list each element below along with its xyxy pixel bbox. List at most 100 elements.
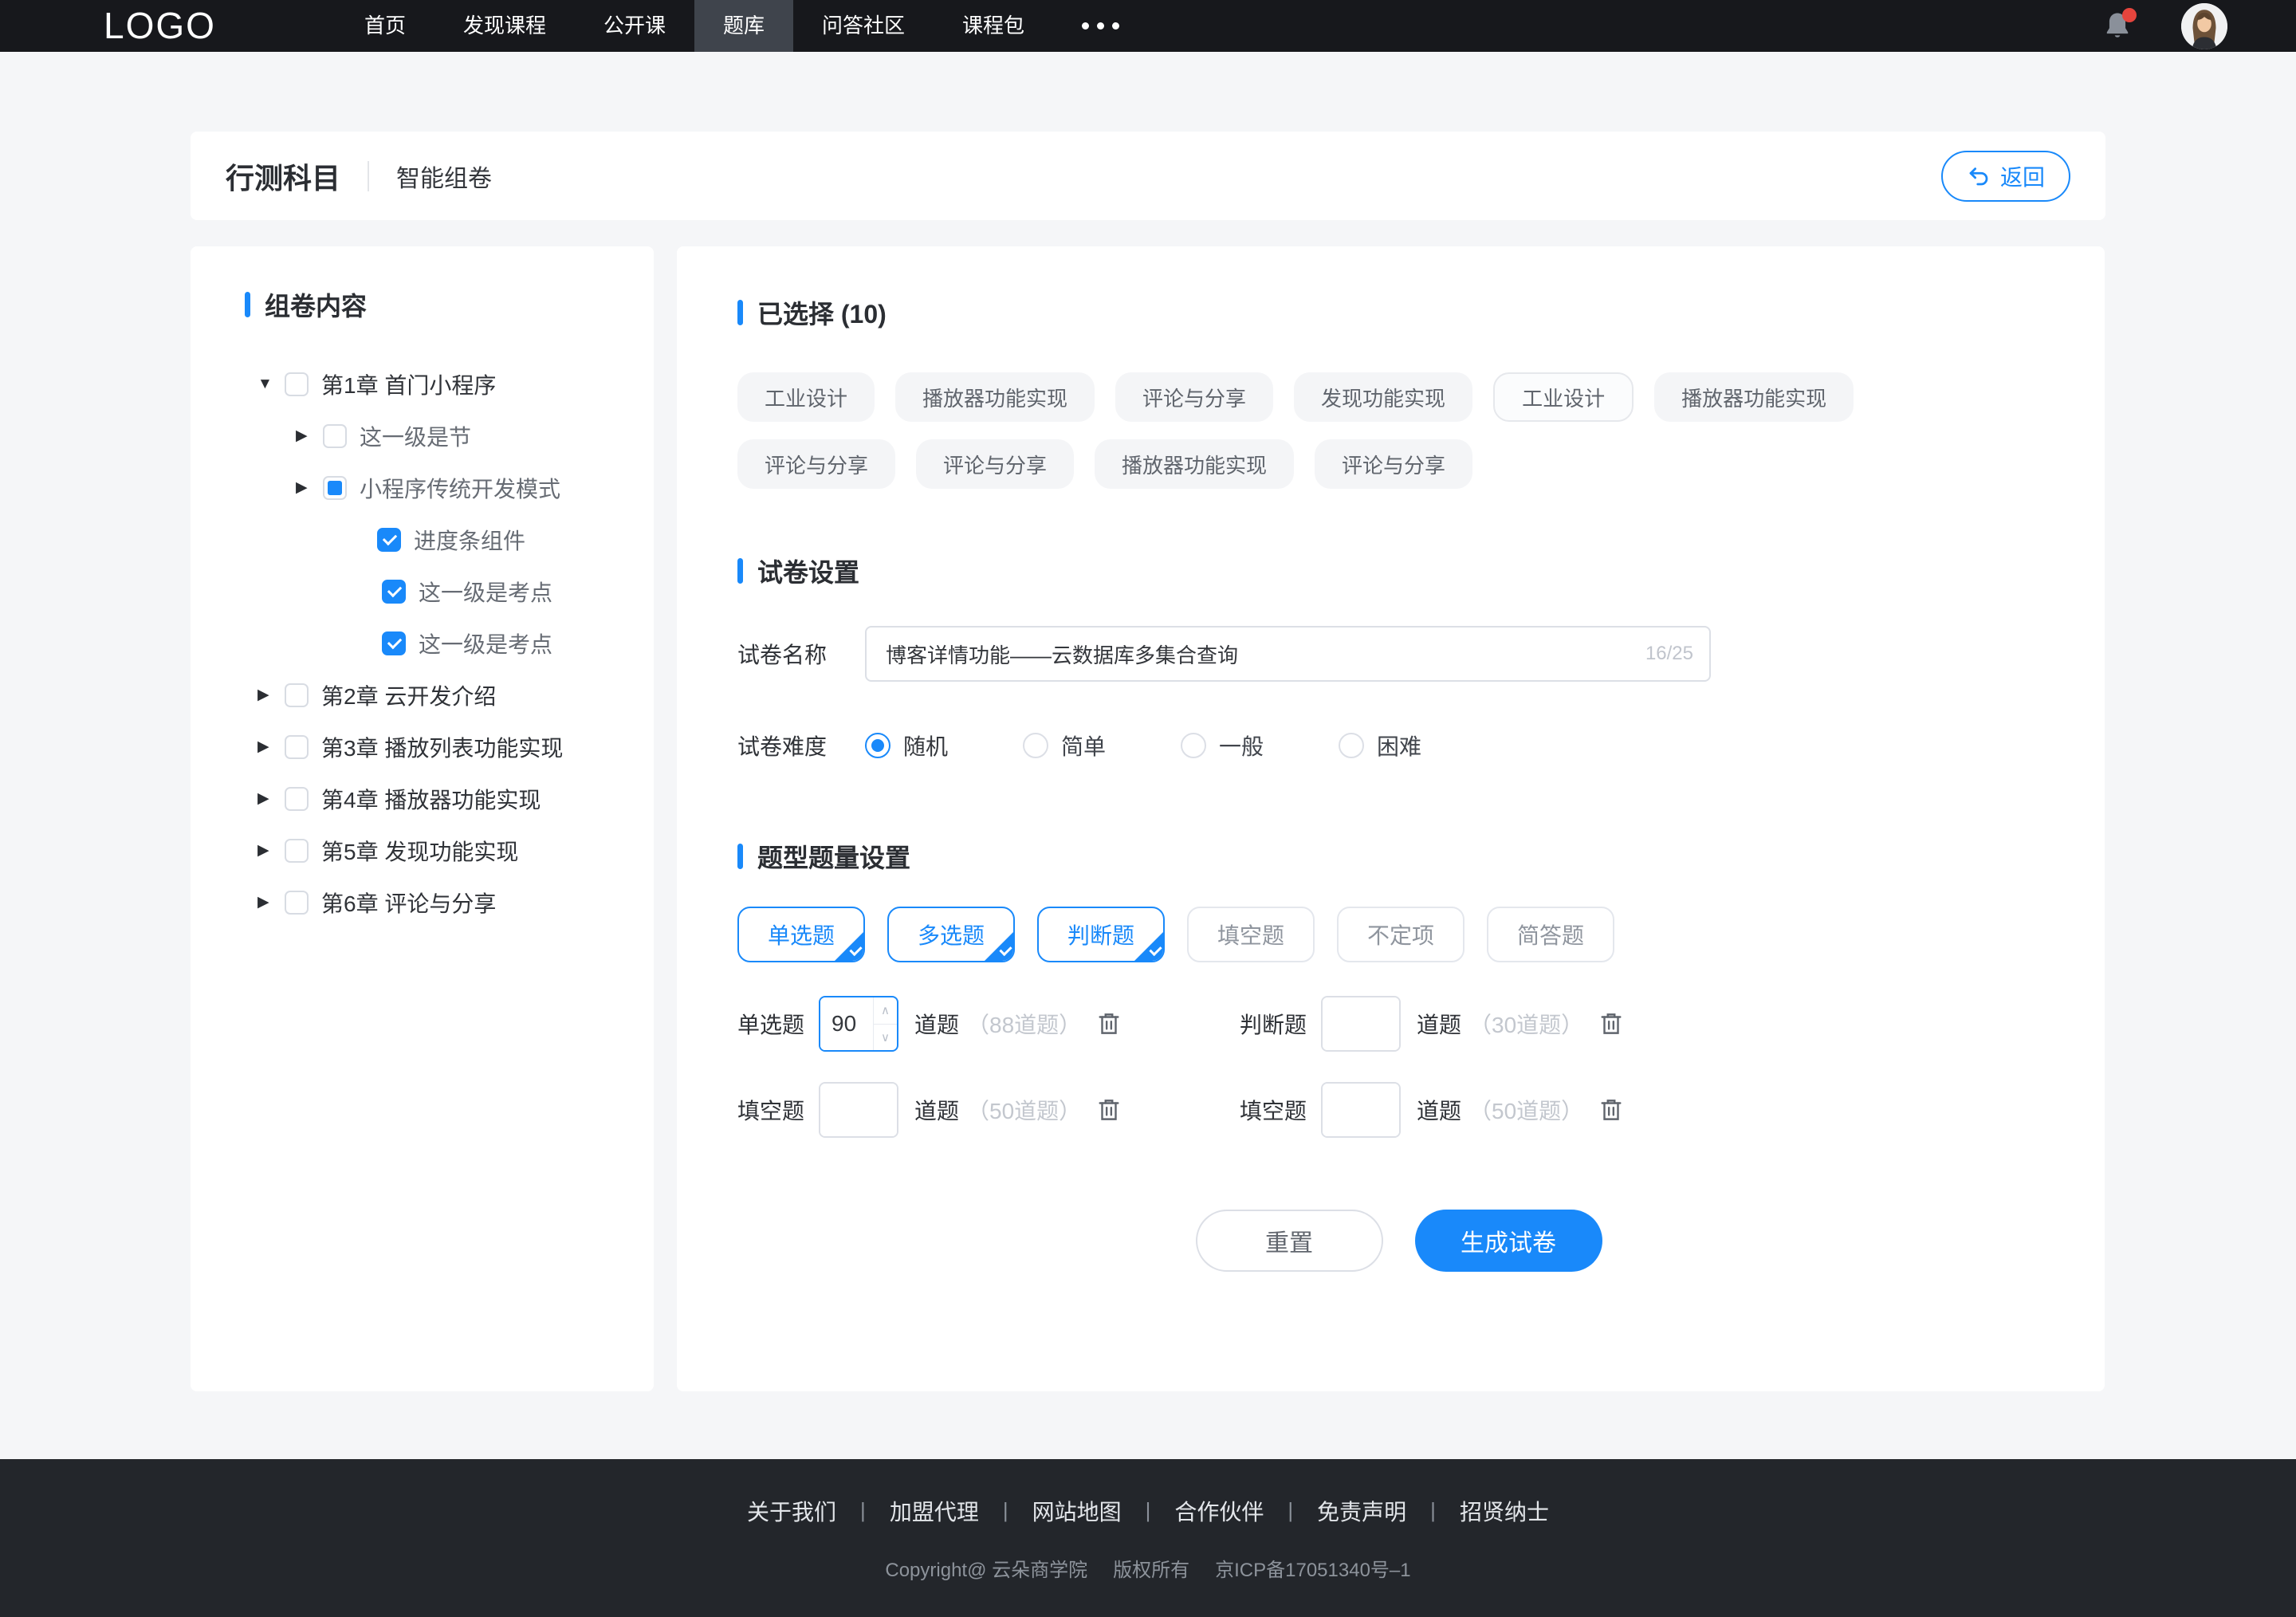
nav-item-course-package[interactable]: 课程包 [934,0,1053,52]
count-stepper[interactable]: ∧ ∨ [819,996,899,1052]
tree-row-component[interactable]: ▶ 进度条组件 [245,513,638,565]
selected-tag: 评论与分享 [916,439,1075,489]
page-header: 行测科目 智能组卷 返回 [191,132,2105,220]
count-input[interactable] [820,1084,898,1136]
nav-item-question-bank[interactable]: 题库 [694,0,793,52]
footer-divider: | [860,1498,866,1522]
stepper-down-icon[interactable]: ∨ [874,1025,897,1051]
radio-circle [865,733,890,758]
caret-right-icon[interactable]: ▶ [258,789,275,808]
tree-row-section[interactable]: ▶ 小程序传统开发模式 [245,462,638,513]
radio-random[interactable]: 随机 [865,730,948,761]
undo-arrow-icon [1969,167,1988,185]
paper-settings-panel: 已选择 (10) 工业设计 播放器功能实现 评论与分享 发现功能实现 工业设计 … [677,246,2105,1391]
type-indefinite[interactable]: 不定项 [1337,907,1464,962]
section-accent-bar [737,300,743,325]
nav-item-discover-courses[interactable]: 发现课程 [434,0,575,52]
count-hint: （50道题） [967,1099,1082,1123]
count-label: 单选题 [737,1013,805,1037]
logo[interactable]: LOGO [104,0,216,52]
back-button[interactable]: 返回 [1940,150,2070,202]
count-field[interactable] [1321,996,1402,1052]
nav-item-home[interactable]: 首页 [336,0,434,52]
checkbox-unchecked[interactable] [323,423,347,448]
count-field[interactable] [1321,1082,1402,1138]
type-fill-blank[interactable]: 填空题 [1187,907,1315,962]
caret-down-icon[interactable]: ▼ [258,376,275,393]
radio-hard[interactable]: 困难 [1339,730,1421,761]
tree-row-point[interactable]: 这一级是考点 [245,565,638,617]
tree-row-chapter4[interactable]: ▶ 第4章 播放器功能实现 [245,773,638,824]
checkbox-checked[interactable] [377,527,401,552]
question-type-buttons: 单选题 多选题 判断题 填空题 不定项 简答题 [737,907,2060,962]
trash-icon[interactable] [1095,1096,1122,1124]
copyright-line: Copyright@ 云朵商学院 版权所有 京ICP备17051340号–1 [885,1559,1411,1581]
caret-right-icon[interactable]: ▶ [296,427,313,445]
checkbox-unchecked[interactable] [285,890,309,915]
footer-link-partners[interactable]: 合作伙伴 [1174,1495,1264,1527]
paper-name-input[interactable] [865,626,1711,682]
nav-menu: 首页 发现课程 公开课 题库 问答社区 课程包 [336,0,1148,52]
tree-row-chapter6[interactable]: ▶ 第6章 评论与分享 [245,876,638,928]
nav-item-qa-community[interactable]: 问答社区 [793,0,934,52]
footer-link-disclaimer[interactable]: 免责声明 [1317,1495,1406,1527]
tree-row-point[interactable]: 这一级是考点 [245,617,638,669]
caret-right-icon[interactable]: ▶ [258,841,275,860]
generate-paper-button[interactable]: 生成试卷 [1414,1210,1602,1272]
count-input[interactable] [1323,1084,1400,1136]
nav-item-open-courses[interactable]: 公开课 [575,0,694,52]
paper-content-panel: 组卷内容 ▼ 第1章 首门小程序 ▶ 这一级是节 ▶ 小程序传统开发模式 ▶ 进… [191,246,654,1391]
notification-bell-icon[interactable] [2100,7,2137,45]
trash-icon[interactable] [1095,1009,1122,1038]
count-label: 填空题 [1240,1099,1307,1123]
question-settings-title: 题型题量设置 [757,844,911,872]
tree-row-chapter5[interactable]: ▶ 第5章 发现功能实现 [245,824,638,876]
footer-links: 关于我们 | 加盟代理 | 网站地图 | 合作伙伴 | 免责声明 | 招贤纳士 [723,1495,1573,1527]
count-hint: （50道题） [1469,1099,1584,1123]
selected-tag: 评论与分享 [1115,372,1274,422]
radio-easy[interactable]: 简单 [1023,730,1106,761]
page-title: 行测科目 [226,161,341,195]
count-hint: （30道题） [1469,1013,1584,1037]
footer-link-agency[interactable]: 加盟代理 [890,1495,979,1527]
checkbox-checked[interactable] [382,631,406,655]
count-input[interactable] [1323,997,1400,1050]
count-field[interactable] [819,1082,899,1138]
footer-divider: | [1430,1498,1436,1522]
trash-icon[interactable] [1598,1096,1625,1124]
stepper-up-icon[interactable]: ∧ [874,997,898,1025]
more-ellipsis-icon[interactable] [1053,0,1148,52]
paper-settings-title: 试卷设置 [757,558,860,587]
difficulty-options: 随机 简单 一般 困难 [865,730,1421,761]
footer-link-recruit[interactable]: 招贤纳士 [1460,1495,1549,1527]
count-input[interactable] [820,997,874,1050]
tree-row-chapter1[interactable]: ▼ 第1章 首门小程序 [245,358,638,410]
checkbox-unchecked[interactable] [285,734,309,759]
caret-right-icon[interactable]: ▶ [258,686,275,704]
radio-medium[interactable]: 一般 [1181,730,1264,761]
tree-row-section[interactable]: ▶ 这一级是节 [245,410,638,462]
radio-circle [1339,733,1365,758]
type-short-answer[interactable]: 简答题 [1487,907,1614,962]
reset-button[interactable]: 重置 [1195,1210,1383,1272]
difficulty-label: 试卷难度 [737,734,828,759]
checkbox-checked[interactable] [382,579,406,604]
footer-link-about[interactable]: 关于我们 [747,1495,836,1527]
checkbox-unchecked[interactable] [285,683,309,707]
checkbox-indeterminate[interactable] [323,475,347,500]
type-true-false[interactable]: 判断题 [1037,907,1165,962]
tree-row-chapter3[interactable]: ▶ 第3章 播放列表功能实现 [245,721,638,773]
type-multi-choice[interactable]: 多选题 [887,907,1015,962]
checkbox-unchecked[interactable] [285,786,309,811]
footer-link-sitemap[interactable]: 网站地图 [1032,1495,1122,1527]
checkbox-unchecked[interactable] [285,372,309,396]
caret-right-icon[interactable]: ▶ [258,893,275,911]
checkbox-unchecked[interactable] [285,838,309,863]
trash-icon[interactable] [1598,1009,1625,1038]
user-avatar[interactable] [2181,2,2227,49]
tree-row-chapter2[interactable]: ▶ 第2章 云开发介绍 [245,669,638,721]
caret-right-icon[interactable]: ▶ [258,738,275,756]
type-single-choice[interactable]: 单选题 [737,907,865,962]
section-accent-bar [737,558,743,584]
caret-right-icon[interactable]: ▶ [296,478,313,497]
